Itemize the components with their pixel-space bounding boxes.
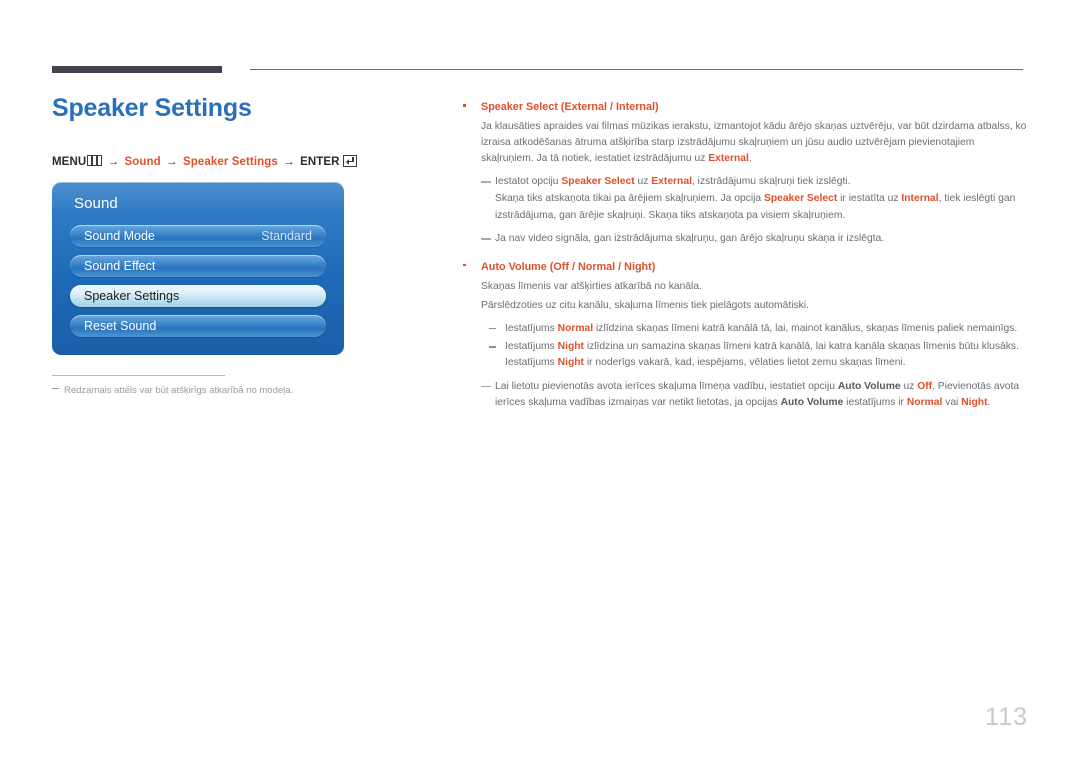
left-column: Speaker Settings MENU → Sound → Speaker … [52, 94, 432, 168]
menu-path-arrow-1: → [107, 155, 120, 168]
osd-row-sound-mode[interactable]: Sound Mode Standard [70, 225, 326, 247]
auto-volume-sub-item-normal: Iestatījums Normal izlīdzina skaņas līme… [481, 321, 1027, 337]
osd-row-label: Speaker Settings [84, 289, 180, 303]
text-run: Skaņa tiks atskaņota tikai pa ārējiem sk… [495, 192, 764, 204]
sub-dash-icon [489, 346, 496, 348]
heading-name: Auto Volume [481, 260, 547, 273]
text-run: uz [634, 176, 652, 188]
osd-row-label: Sound Effect [84, 259, 156, 273]
speaker-select-paragraph-1: Ja klausāties apraides vai filmas mūzika… [481, 119, 1027, 166]
auto-volume-sub-item-night: Iestatījums Night izlīdzina un samazina … [481, 339, 1027, 370]
text-run-auto-volume: Auto Volume [780, 397, 844, 409]
menu-path-arrow-2: → [166, 155, 178, 168]
note-dash-icon [481, 181, 491, 183]
page-title: Speaker Settings [52, 94, 252, 122]
header-rule-thin [250, 69, 1023, 70]
text-run: uz [900, 380, 918, 392]
osd-row-reset-sound[interactable]: Reset Sound [70, 315, 326, 337]
header-rule-thick [52, 66, 222, 73]
footnote-block: Redzamais attēls var būt atšķirīgs atkar… [52, 375, 382, 397]
text-run: izlīdzina un samazina skaņas līmeni katr… [583, 341, 1019, 353]
osd-row-speaker-settings[interactable]: Speaker Settings [70, 285, 326, 307]
note-line: ierīces skaļuma vadības izmaiņas var net… [495, 395, 1027, 411]
osd-row-label: Reset Sound [84, 319, 157, 333]
text-run: ir noderīgs vakarā, kad, iespējams, vēla… [583, 356, 906, 368]
heading-name: Speaker Select [481, 101, 558, 113]
text-run: ierīces skaļuma vadības izmaiņas var net… [495, 397, 781, 409]
page-number: 113 [985, 703, 1028, 731]
text-run: iestatījums ir [843, 397, 907, 409]
menu-path-menu-label: MENU [52, 155, 87, 168]
text-run-off: Off [917, 380, 933, 392]
text-run-normal: Normal [906, 397, 943, 409]
text-run: vai [942, 397, 962, 409]
note-dash-icon [481, 238, 491, 240]
text-run: Iestatījums [505, 356, 558, 368]
text-run: Ja klausāties apraides vai filmas mūzika… [481, 121, 1027, 164]
speaker-select-note-1: Iestatot opciju Speaker Select uz Extern… [481, 174, 1027, 223]
text-run: Iestatot opciju [495, 176, 562, 188]
menu-path-step-sound: Sound [124, 155, 161, 168]
text-run-normal: Normal [557, 322, 594, 334]
note-line: Skaņa tiks atskaņota tikai pa ārējiem sk… [495, 191, 1027, 207]
note-line: Lai lietotu pievienotās avota ierīces sk… [495, 379, 1027, 395]
text-run-auto-volume: Auto Volume [837, 380, 901, 392]
text-run: Lai lietotu pievienotās avota ierīces sk… [495, 380, 838, 392]
section-heading-speaker-select: Speaker Select (External / Internal) [481, 99, 1027, 115]
auto-volume-paragraph-2: Pārslēdzoties uz citu kanālu, skaļuma lī… [481, 299, 809, 311]
auto-volume-sub-list: Iestatījums Normal izlīdzina skaņas līme… [481, 321, 1027, 371]
footnote-divider [52, 375, 225, 376]
osd-menu-panel: Sound Sound Mode Standard Sound Effect S… [52, 182, 344, 355]
text-run-external: External [651, 176, 692, 188]
bullet-dot-icon [463, 263, 466, 267]
heading-options: (Off / Normal / Night) [549, 260, 656, 273]
osd-row-value: Standard [261, 229, 312, 243]
text-run: Iestatījums [505, 341, 558, 353]
osd-panel-title: Sound [74, 195, 118, 212]
text-run-internal: Internal [901, 192, 939, 204]
menu-path-breadcrumb: MENU → Sound → Speaker Settings → ENTER [52, 154, 432, 168]
text-run-speaker-select: Speaker Select [561, 176, 635, 188]
text-run: ir iestatīta uz [837, 192, 902, 204]
text-run: . [748, 152, 752, 164]
note-line: izstrādājuma, gan ārējie skaļruņi. Skaņa… [495, 209, 846, 221]
text-run-external: External [708, 152, 749, 164]
text-run-night: Night [961, 397, 988, 409]
enter-return-icon [342, 154, 357, 167]
menu-bars-icon [87, 154, 103, 166]
text-run-night: Night [557, 341, 584, 353]
text-run: , izstrādājumu skaļruņi tiek izslēgti. [691, 176, 851, 188]
section-auto-volume: Auto Volume (Off / Normal / Night) Skaņa… [459, 259, 1027, 411]
speaker-select-note-2: Ja nav video signāla, gan izstrādājuma s… [481, 231, 1027, 247]
osd-row-sound-effect[interactable]: Sound Effect [70, 255, 326, 277]
note-line: Ja nav video signāla, gan izstrādājuma s… [495, 233, 885, 245]
auto-volume-paragraph-1: Skaņas līmenis var atšķirties atkarībā n… [481, 281, 702, 293]
text-run: , tiek ieslēgti gan [938, 192, 1016, 204]
footnote-dash-icon [52, 388, 59, 389]
text-run: izlīdzina skaņas līmeni katrā kanālā tā,… [593, 322, 1018, 334]
osd-row-label: Sound Mode [84, 229, 155, 243]
menu-path-arrow-3: → [283, 155, 295, 168]
text-run: Iestatījums [505, 322, 558, 334]
footnote-text: Redzamais attēls var būt atšķirīgs atkar… [64, 385, 294, 396]
bullet-dot-icon [463, 104, 466, 107]
text-run: . Pievienotās avota [932, 380, 1020, 392]
section-speaker-select: Speaker Select (External / Internal) Ja … [459, 99, 1027, 247]
text-run-speaker-select: Speaker Select [764, 192, 838, 204]
footnote-text-row: Redzamais attēls var būt atšķirīgs atkar… [52, 385, 382, 397]
text-run: . [987, 397, 991, 409]
section-heading-auto-volume: Auto Volume (Off / Normal / Night) [481, 259, 1027, 275]
menu-path-enter-label: ENTER [300, 155, 340, 168]
note-line: Iestatot opciju Speaker Select uz Extern… [495, 174, 1027, 190]
sub-dash-icon [489, 327, 496, 329]
osd-menu-list: Sound Mode Standard Sound Effect Speaker… [70, 225, 326, 345]
auto-volume-note-1: Lai lietotu pievienotās avota ierīces sk… [481, 379, 1027, 411]
text-run-night: Night [557, 356, 584, 368]
menu-path-step-speaker-settings: Speaker Settings [182, 155, 278, 168]
heading-options: (External / Internal) [560, 101, 659, 113]
right-column: Speaker Select (External / Internal) Ja … [459, 99, 1027, 411]
note-dash-icon [481, 385, 491, 387]
